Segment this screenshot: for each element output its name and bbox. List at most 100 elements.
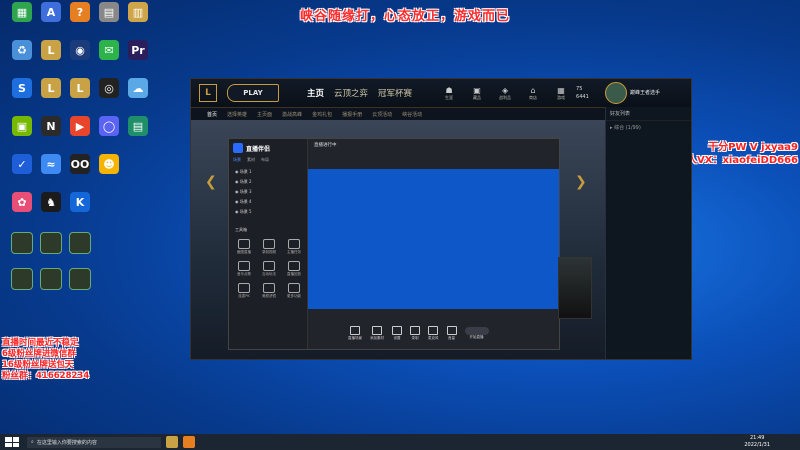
stream-logo-icon [233,143,243,153]
shortcut-glyph-icon: L [41,78,61,98]
tool-icon [288,261,300,271]
tool-icon [263,261,275,271]
tool-label: 录制视频 [262,250,276,254]
chevron-left-icon[interactable]: ❮ [205,174,217,190]
shortcut-glyph-icon: ☻ [99,154,119,174]
streaming-tool-window[interactable]: 直播伴侣 场景 素材 布局 ◉ 场景 1 ◉ 场景 2 ◉ 场景 3 ◉ 场景 4 ◉ … [228,138,560,350]
loot-nav-icon[interactable]: ◈ 战利品 [496,86,514,101]
stream-main: 直播进行中 直播场景 添加素材 设置 录制 麦克风 音量 开始直播 [308,139,559,349]
stream-control-button[interactable]: 设置 [392,325,402,341]
taskbar-app-league[interactable] [166,436,178,448]
desktop-shortcut-icon[interactable]: K [62,192,98,226]
start-stream-button[interactable]: 开始直播 [464,326,489,340]
subnav-item[interactable]: 金鸡礼包 [312,111,332,118]
nav-home[interactable]: 主页 [307,87,324,99]
tool-button[interactable]: 截图直播 [233,239,255,255]
league-top-bar: L PLAY 主页 云顶之弈 冠军杯赛 ☗ 生涯 ▣ 藏品 ◈ 战利品 ⌂ 商店 ▦ 游戏… [191,79,691,108]
tool-button[interactable]: 美颜滤镜 [258,283,280,299]
collection-nav-icon[interactable]: ▣ 藏品 [468,86,486,101]
nav-clash[interactable]: 冠军杯赛 [378,87,412,99]
top-icon-label: 游戏 [557,94,566,100]
shortcut-glyph-icon: L [70,78,90,98]
store-nav-icon[interactable]: ⌂ 商店 [524,86,542,101]
tab-assets[interactable]: 素材 [247,157,255,163]
desktop-file-icon[interactable] [62,232,98,266]
scene-item[interactable]: ◉ 场景 2 [229,177,307,187]
tool-button[interactable]: 互动玩法 [258,261,280,277]
desktop-shortcut-icon[interactable]: ▥ [120,2,156,36]
tool-button[interactable]: 主播任务 [283,239,305,255]
tool-label: 连麦PK [238,294,250,298]
desktop-file-icon[interactable] [62,268,98,302]
taskbar-clock[interactable]: 21:49 2022/1/31 [744,435,770,449]
tool-button[interactable]: 直播回放 [283,261,305,277]
desktop-shortcut-icon[interactable]: ☁ [120,78,156,112]
avatar[interactable] [605,82,627,104]
league-logo-icon: L [199,84,217,102]
desktop-shortcut-icon[interactable]: ▤ [120,116,156,150]
stream-control-button[interactable]: 音量 [446,325,457,341]
taskbar-search[interactable]: ⌕ 在这里输入你要搜索的内容 [27,436,161,448]
league-nav: 主页 云顶之弈 冠军杯赛 [307,87,412,99]
tool-label: 截图直播 [237,250,251,254]
overlay-left-line: 6级粉丝牌进微信群 [2,349,76,359]
scene-item[interactable]: ◉ 场景 5 [229,207,307,217]
control-icon [446,325,457,335]
tool-button[interactable]: 音乐点歌 [233,261,255,277]
control-icon [372,325,382,335]
shortcut-glyph-icon: N [41,116,61,136]
scene-item[interactable]: ◉ 场景 3 [229,187,307,197]
tool-label: 音乐点歌 [237,272,251,276]
overlay-right-line2: 本人VX：xiaofeiDD666 [677,155,798,166]
chevron-right-icon[interactable]: ❯ [575,174,587,190]
profile-nav-icon[interactable]: ☗ 生涯 [440,86,458,101]
tool-label: 美颜滤镜 [262,294,276,298]
league-top-icons: ☗ 生涯 ▣ 藏品 ◈ 战利品 ⌂ 商店 ▦ 游戏 [440,86,570,101]
tab-layout[interactable]: 布局 [261,157,269,163]
tool-button[interactable]: 更多功能 [283,283,305,299]
scene-item[interactable]: ◉ 场景 1 [229,167,307,177]
scene-item[interactable]: ◉ 场景 4 [229,197,307,207]
clock-date: 2022/1/31 [744,442,770,448]
tool-label: 主播任务 [287,250,301,254]
shortcut-glyph-icon: ✓ [12,154,32,174]
subnav-item[interactable]: 播报手册 [342,111,362,118]
stream-control-button[interactable]: 添加素材 [370,325,384,341]
friends-group-row[interactable]: ▸ 综合 (1/99) [606,121,691,134]
subnav-item[interactable]: 云顶活动 [372,111,392,118]
file-thumbnail-icon [40,232,62,254]
desktop-shortcut-icon[interactable]: ☻ [91,154,127,188]
profile-panel[interactable]: 巅峰王者选手 [605,81,687,105]
shortcut-glyph-icon: ? [70,2,90,22]
overlay-left-line: 粉丝群：416628234 [2,371,90,381]
windows-start-icon[interactable] [5,437,19,447]
subnav-item[interactable]: 主页面 [257,111,272,118]
desktop-shortcut-icon[interactable]: Pr [120,40,156,74]
stream-preview[interactable] [308,169,559,309]
stream-control-button[interactable]: 录制 [410,325,420,341]
tool-label: 直播回放 [287,272,301,276]
nav-tft[interactable]: 云顶之弈 [334,87,368,99]
toolbox-header: 工具箱 [235,227,247,232]
subnav-item[interactable]: 峡谷活动 [402,111,422,118]
control-label: 设置 [393,335,401,340]
play-nav-icon[interactable]: ▦ 游戏 [552,86,570,101]
subnav-item[interactable]: 选择英雄 [227,111,247,118]
subnav-item[interactable]: 首页 [207,111,217,118]
play-button[interactable]: PLAY [227,84,279,102]
stream-control-button[interactable]: 麦克风 [428,325,439,341]
shortcut-glyph-icon: L [41,40,61,60]
taskbar-app-stream[interactable] [183,436,195,448]
shortcut-glyph-icon: ◎ [99,78,119,98]
tool-button[interactable]: 连麦PK [233,283,255,299]
tool-button[interactable]: 录制视频 [258,239,280,255]
file-thumbnail-icon [69,268,91,290]
subnav-item[interactable]: 激战高峰 [282,111,302,118]
currency-display: 75 6441 [576,85,589,101]
top-icon-label: 藏品 [473,94,482,100]
stream-control-button[interactable]: 直播场景 [348,325,362,341]
tab-scenes[interactable]: 场景 [233,157,241,163]
overlay-left-text: 直播时间最近不稳定 6级粉丝牌进微信群 16级粉丝牌送包天 粉丝群：416628… [2,338,89,382]
shortcut-glyph-icon: ✉ [99,40,119,60]
control-label: 音量 [448,335,455,340]
